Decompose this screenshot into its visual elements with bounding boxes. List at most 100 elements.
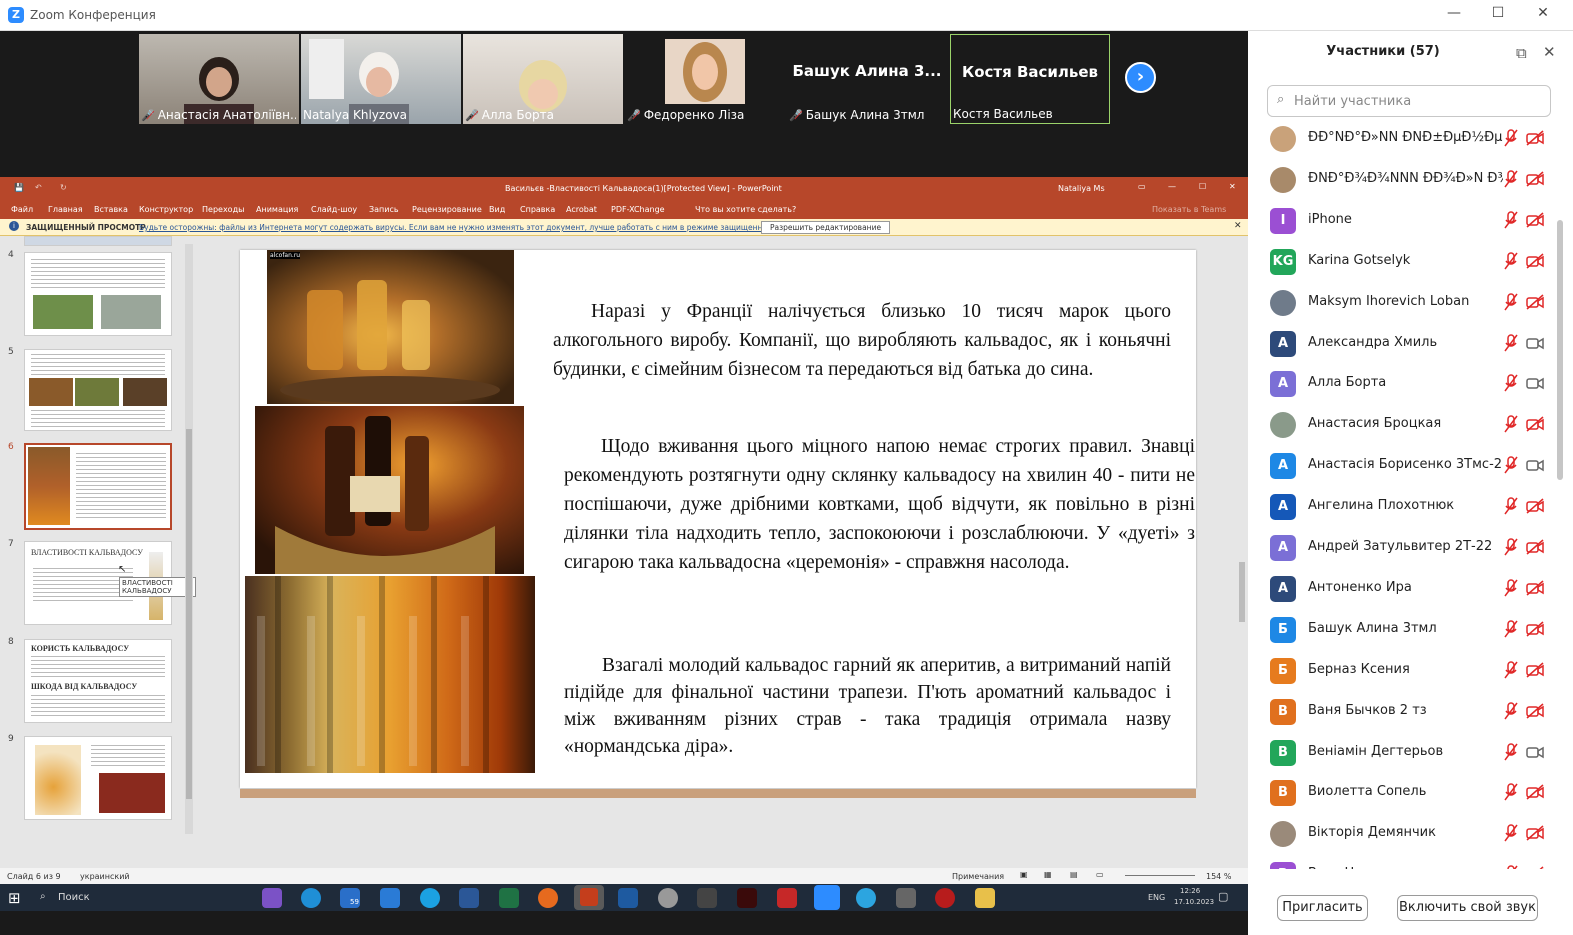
muted-mic-icon[interactable] [1503, 742, 1519, 762]
video-off-icon[interactable] [1526, 130, 1544, 146]
viber-icon[interactable] [262, 888, 282, 908]
tab-animations[interactable]: Анимация [256, 205, 298, 214]
ribbon-display-icon[interactable]: ▭ [1138, 182, 1146, 191]
participant-row[interactable]: Б Башук Алина 3тмл [1248, 609, 1558, 650]
video-off-icon[interactable] [1526, 703, 1544, 719]
slide-scrollbar[interactable] [1238, 272, 1246, 802]
video-off-icon[interactable] [1526, 866, 1544, 869]
participant-row[interactable]: KG Karina Gotselyk [1248, 241, 1558, 282]
tab-help[interactable]: Справка [520, 205, 555, 214]
reading-view-icon[interactable]: ▤ [1070, 870, 1078, 879]
skype-icon[interactable] [420, 888, 440, 908]
participant-row[interactable]: IiPhone [1248, 200, 1558, 241]
muted-mic-icon[interactable] [1503, 414, 1519, 434]
participant-row[interactable]: А Анастасія Борисенко 3Тмс-21 [1248, 445, 1558, 486]
slide-thumbnail-9[interactable] [24, 736, 172, 820]
thumbs-scrollbar[interactable] [185, 244, 193, 834]
video-off-icon[interactable] [1526, 784, 1544, 800]
share-teams-button[interactable]: Показать в Teams [1152, 205, 1226, 214]
tell-me-box[interactable]: Что вы хотите сделать? [695, 205, 796, 214]
slide-thumbnail-6-selected[interactable] [24, 443, 172, 530]
tool-icon[interactable] [896, 888, 916, 908]
notes-button[interactable]: Примечания [952, 872, 1004, 881]
tab-record[interactable]: Запись [369, 205, 399, 214]
close-bar-icon[interactable]: ✕ [1234, 221, 1242, 231]
zoom-level[interactable]: 154 % [1206, 872, 1231, 881]
muted-mic-icon[interactable] [1503, 455, 1519, 475]
muted-mic-icon[interactable] [1503, 660, 1519, 680]
muted-mic-icon[interactable] [1503, 864, 1519, 869]
muted-mic-icon[interactable] [1503, 251, 1519, 271]
video-off-icon[interactable] [1526, 171, 1544, 187]
muted-mic-icon[interactable] [1503, 537, 1519, 557]
video-on-icon[interactable] [1526, 335, 1544, 351]
participant-row[interactable]: А Александра Хмиль [1248, 323, 1558, 364]
participant-row[interactable]: ÐÐ°ÑÐ°Ð»ÑÑ ÐÑÐ±ÐµÐ½ÐµÑ [1248, 121, 1558, 159]
video-tile-active-speaker[interactable]: Костя Васильев Костя Васильев [950, 34, 1110, 124]
tab-acrobat[interactable]: Acrobat [566, 205, 597, 214]
video-tile[interactable]: 🎤̸ Анастасія Анатоліївн... [139, 34, 299, 124]
ppt-maximize-button[interactable]: ☐ [1199, 182, 1206, 191]
participant-row[interactable]: В Вовк Настя [1248, 854, 1558, 869]
tab-insert[interactable]: Вставка [94, 205, 128, 214]
participant-row[interactable]: А Алла Борта [1248, 363, 1558, 404]
video-app-icon[interactable] [697, 888, 717, 908]
tab-slideshow[interactable]: Слайд-шоу [311, 205, 357, 214]
participant-row[interactable]: Maksym Ihorevich Loban [1248, 282, 1558, 323]
video-off-icon[interactable] [1526, 825, 1544, 841]
video-off-icon[interactable] [1526, 212, 1544, 228]
video-tile[interactable]: 🎤̸ Федоренко Ліза [625, 34, 785, 124]
notifications-icon[interactable]: ▢ [1218, 890, 1228, 903]
participant-row[interactable]: Б Берназ Ксения [1248, 650, 1558, 691]
participant-row[interactable]: В Виолетта Сопель [1248, 772, 1558, 813]
search-icon[interactable]: ⌕ [40, 891, 46, 902]
muted-mic-icon[interactable] [1503, 823, 1519, 843]
participant-row[interactable]: А Андрей Затульвитер 2Т-22 [1248, 527, 1558, 568]
video-off-icon[interactable] [1526, 580, 1544, 596]
powerpoint-active-icon[interactable] [574, 885, 604, 910]
participant-row[interactable]: ÐÑÐ°Ð¾Ð¾ÑÑÑ ÐÐ¾Ð»Ñ Ð¾Ð... [1248, 159, 1558, 200]
muted-mic-icon[interactable] [1503, 782, 1519, 802]
ppt-close-button[interactable]: ✕ [1229, 182, 1236, 191]
minimize-button[interactable]: — [1444, 5, 1464, 21]
video-off-icon[interactable] [1526, 621, 1544, 637]
keyboard-language[interactable]: ENG [1148, 893, 1165, 902]
calendar-icon[interactable] [380, 888, 400, 908]
slide-thumbnail-4[interactable] [24, 252, 172, 336]
normal-view-icon[interactable]: ▣ [1020, 870, 1028, 879]
tab-home[interactable]: Главная [48, 205, 83, 214]
unmute-self-button[interactable]: Включить свой звук [1397, 895, 1538, 921]
participant-row[interactable]: А Ангелина Плохотнюк [1248, 486, 1558, 527]
tab-review[interactable]: Рецензирование [412, 205, 482, 214]
clock-date[interactable]: 17.10.2023 [1174, 898, 1214, 906]
muted-mic-icon[interactable] [1503, 496, 1519, 516]
tab-design[interactable]: Конструктор [139, 205, 193, 214]
explorer-icon[interactable] [975, 888, 995, 908]
visio-icon[interactable] [618, 888, 638, 908]
next-page-button[interactable]: › [1125, 62, 1156, 93]
slide-thumbnail-5[interactable] [24, 349, 172, 431]
muted-mic-icon[interactable] [1503, 128, 1519, 148]
muted-mic-icon[interactable] [1503, 169, 1519, 189]
undo-icon[interactable]: ↶ [35, 183, 42, 192]
video-on-icon[interactable] [1526, 375, 1544, 391]
video-off-icon[interactable] [1526, 416, 1544, 432]
participant-row[interactable]: Вікторія Демянчик [1248, 813, 1558, 854]
video-off-icon[interactable] [1526, 498, 1544, 514]
taskbar-search[interactable]: Поиск [58, 892, 90, 903]
edge-icon[interactable] [301, 888, 321, 908]
video-on-icon[interactable] [1526, 744, 1544, 760]
video-off-icon[interactable] [1526, 294, 1544, 310]
video-off-icon[interactable] [1526, 539, 1544, 555]
participant-row[interactable]: В Веніамін Дегтерьов [1248, 732, 1558, 773]
participant-row[interactable]: Анастасия Броцкая [1248, 404, 1558, 445]
illustrator-icon[interactable] [737, 888, 757, 908]
video-on-icon[interactable] [1526, 457, 1544, 473]
zoom-slider[interactable] [1125, 875, 1195, 876]
muted-mic-icon[interactable] [1503, 701, 1519, 721]
clock-time[interactable]: 12:26 [1180, 887, 1200, 895]
muted-mic-icon[interactable] [1503, 619, 1519, 639]
participants-scrollbar[interactable] [1557, 220, 1563, 480]
muted-mic-icon[interactable] [1503, 210, 1519, 230]
tab-transitions[interactable]: Переходы [202, 205, 244, 214]
